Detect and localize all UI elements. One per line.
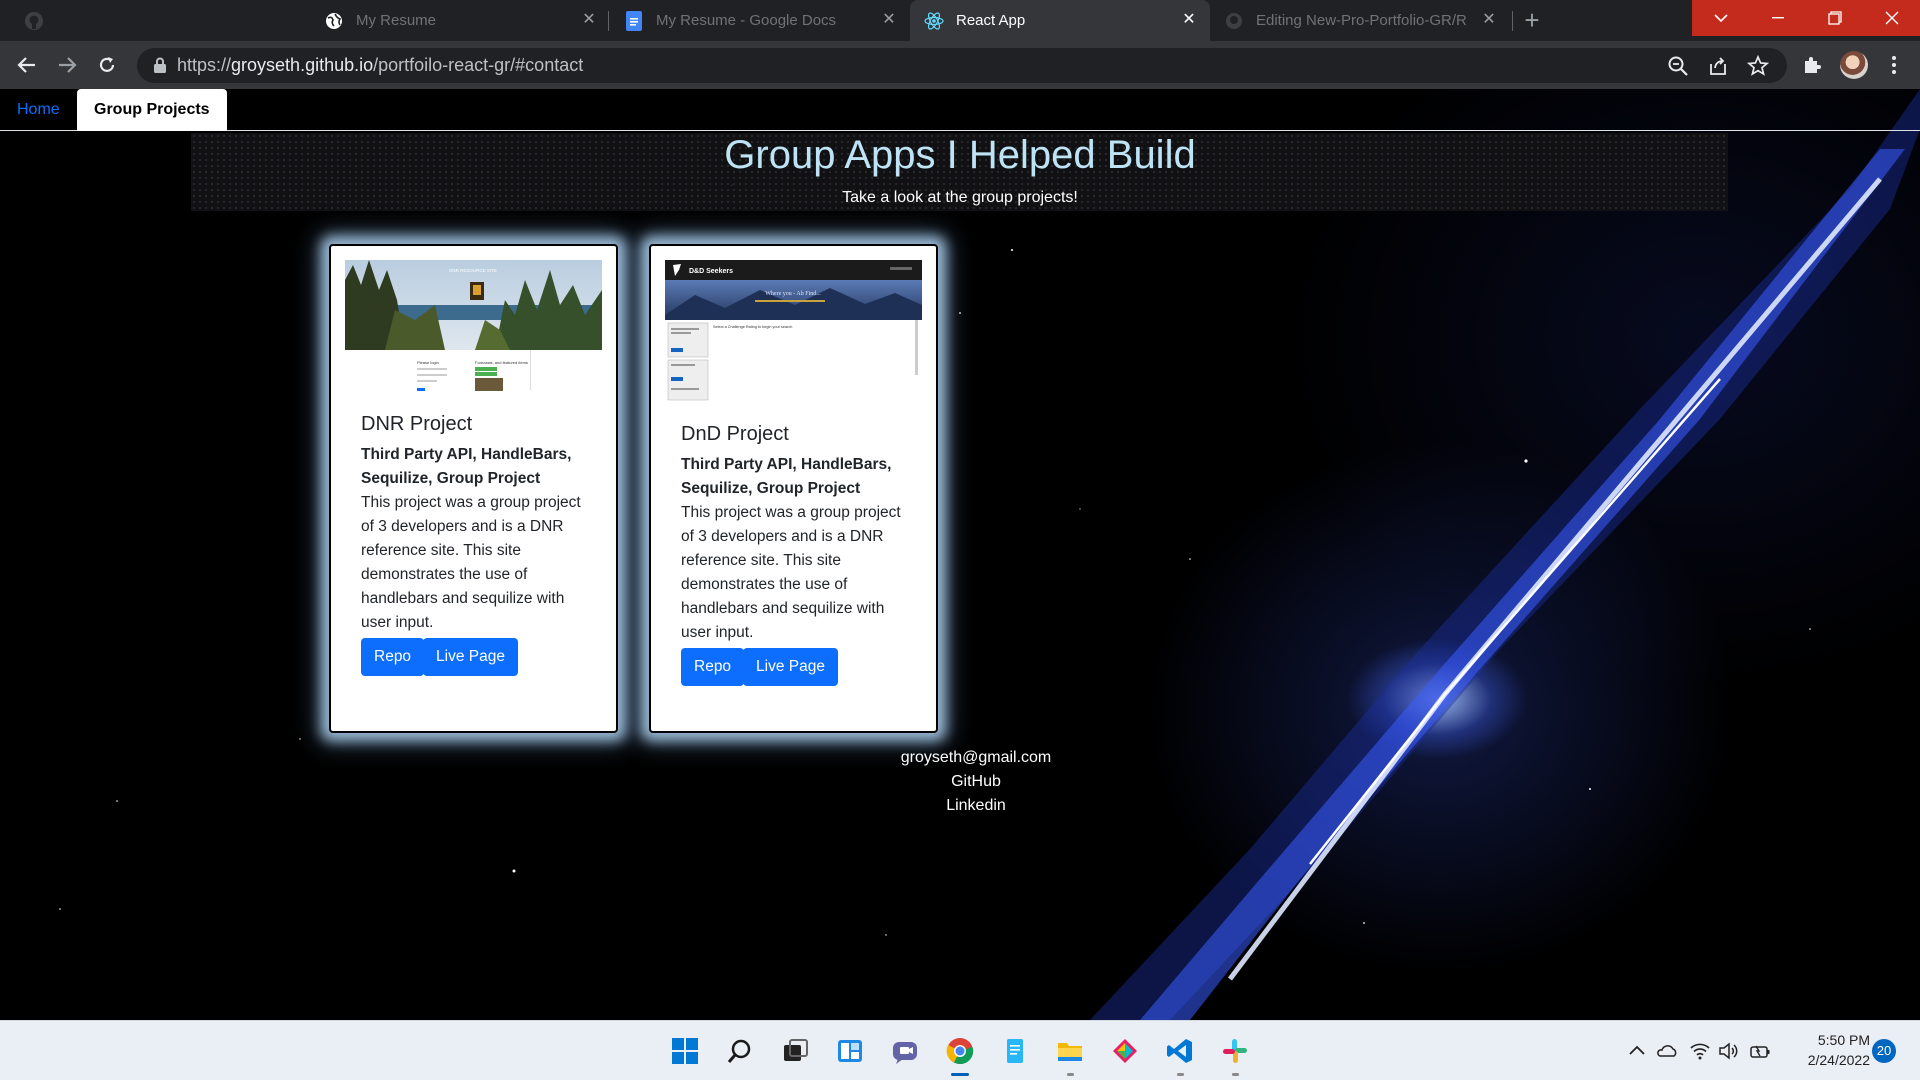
site-nav-tabs: Home Group Projects [0,89,1920,131]
restore-button[interactable] [1806,0,1863,36]
zoom-icon[interactable] [1667,55,1689,77]
google-docs-icon [624,10,644,31]
project-card: DNR RESOURCE SITE Please login Forecasts… [329,244,618,733]
repo-button[interactable]: Repo [681,648,745,686]
running-indicator [951,1073,969,1076]
reload-button[interactable] [93,51,121,79]
tab-title: My Resume - Google Docs [656,12,837,29]
contact-github-link[interactable]: GitHub [0,770,1920,794]
card-description: This project was a group project of 3 de… [681,504,901,641]
forward-button[interactable] [53,51,81,79]
profile-avatar[interactable] [1840,51,1868,79]
repo-button[interactable]: Repo [361,638,425,676]
tab-separator [1512,11,1513,31]
search-icon[interactable] [724,1035,756,1067]
nav-group-projects[interactable]: Group Projects [77,89,227,131]
close-window-button[interactable] [1863,0,1920,36]
jet-glow-inner [1140,149,1905,1020]
address-bar[interactable]: https://groyseth.github.io/portfoilo-rea… [137,48,1787,83]
lock-icon[interactable] [153,57,167,73]
contact-linkedin-link[interactable]: Linkedin [0,794,1920,818]
tab-github-editing[interactable]: Editing New-Pro-Portfolio-GR/R ✕ [1210,0,1510,41]
github-icon [1224,11,1244,31]
dnr-thumb-login: Please login [417,360,439,365]
card-description: This project was a group project of 3 de… [361,494,581,631]
tab-search-button[interactable] [1692,0,1749,36]
close-icon[interactable]: ✕ [1180,11,1198,29]
jet-glow [1090,89,1920,1020]
clock-date: 2/24/2022 [1807,1052,1870,1068]
dnr-thumb-banner: DNR RESOURCE SITE [449,268,497,273]
card-title: DNR Project [361,413,473,435]
browser-tab-bar: My Resume ✕ My Resume - Google Docs ✕ Re… [0,0,1920,41]
slack-icon[interactable] [1219,1035,1251,1067]
menu-dots-icon[interactable] [1882,53,1906,77]
battery-icon[interactable] [1748,1039,1772,1063]
nav-home[interactable]: Home [0,89,77,131]
system-clock[interactable]: 5:50 PM 2/24/2022 [1780,1030,1870,1070]
tab-title: Editing New-Pro-Portfolio-GR/R [1256,12,1467,29]
url-scheme: https:// [177,55,232,75]
card-tags: Third Party API, HandleBars, Sequilize, … [681,456,892,497]
task-view-icon[interactable] [779,1035,811,1067]
vscode-icon[interactable] [1164,1035,1196,1067]
extensions-icon[interactable] [1801,53,1825,77]
bookmark-star-icon[interactable] [1747,55,1769,77]
browser-toolbar: https://groyseth.github.io/portfoilo-rea… [0,41,1920,89]
card-title: DnD Project [681,423,789,445]
windows-taskbar: 5:50 PM 2/24/2022 20 [0,1020,1920,1080]
github-tab-icon[interactable] [24,11,44,31]
dnd-thumb-tagline: Where you - Ah Find... [765,291,821,297]
tab-google-docs[interactable]: My Resume - Google Docs ✕ [610,0,910,41]
tab-separator [608,11,609,31]
windows-start-icon[interactable] [669,1035,701,1067]
dnr-thumb-forecast: Forecasts, and featured items [475,360,528,365]
wifi-icon[interactable] [1688,1039,1712,1063]
url-host: groyseth.github.io [231,55,374,75]
running-indicator [1067,1073,1074,1076]
file-explorer-icon[interactable] [1054,1035,1086,1067]
minimize-button[interactable] [1749,0,1806,36]
clock-time: 5:50 PM [1817,1032,1870,1048]
react-icon [924,11,944,31]
tab-title: My Resume [356,12,437,29]
gitkraken-icon[interactable] [1109,1035,1141,1067]
dnr-project-thumbnail: DNR RESOURCE SITE Please login Forecasts… [345,260,602,393]
chrome-icon[interactable] [944,1035,976,1067]
running-indicator [1177,1073,1184,1076]
live-page-button[interactable]: Live Page [743,648,838,686]
volume-icon[interactable] [1716,1039,1740,1063]
space-background [59,89,1920,1020]
tab-my-resume[interactable]: My Resume ✕ [310,0,610,41]
project-card: D&D Seekers Where you - Ah Find... Selec… [649,244,938,733]
teams-chat-icon[interactable] [889,1035,921,1067]
dnd-thumb-brand: D&D Seekers [689,268,733,275]
share-icon[interactable] [1707,55,1729,77]
close-icon[interactable]: ✕ [880,11,898,29]
notification-badge[interactable]: 20 [1872,1039,1896,1063]
url-path: /portfoilo-react-gr/#contact [373,55,584,75]
tab-react-app[interactable]: React App ✕ [910,0,1210,41]
globe-icon [324,11,344,31]
close-icon[interactable]: ✕ [1480,11,1498,29]
page-title: Group Apps I Helped Build [724,133,1196,177]
new-tab-button[interactable]: + [1520,7,1544,33]
page-viewport: Home Group Projects Group Apps I Helped … [0,89,1920,1020]
page-subtitle: Take a look at the group projects! [842,189,1078,206]
live-page-button[interactable]: Live Page [423,638,518,676]
tab-title: React App [956,12,1026,29]
back-button[interactable] [13,51,41,79]
widgets-icon[interactable] [834,1035,866,1067]
dnd-thumb-prompt: Select a Challenge Rating to begin your … [713,325,792,329]
card-tags: Third Party API, HandleBars, Sequilize, … [361,446,572,487]
contact-section: groyseth@gmail.com GitHub Linkedin [0,746,1920,818]
chevron-up-icon[interactable] [1625,1039,1649,1063]
onedrive-icon[interactable] [1655,1039,1679,1063]
dnd-project-thumbnail: D&D Seekers Where you - Ah Find... Selec… [665,260,922,403]
notepad-icon[interactable] [999,1035,1031,1067]
running-indicator [1232,1073,1239,1076]
url-text[interactable]: https://groyseth.github.io/portfoilo-rea… [177,55,583,76]
close-icon[interactable]: ✕ [580,11,598,29]
contact-email[interactable]: groyseth@gmail.com [0,746,1920,770]
